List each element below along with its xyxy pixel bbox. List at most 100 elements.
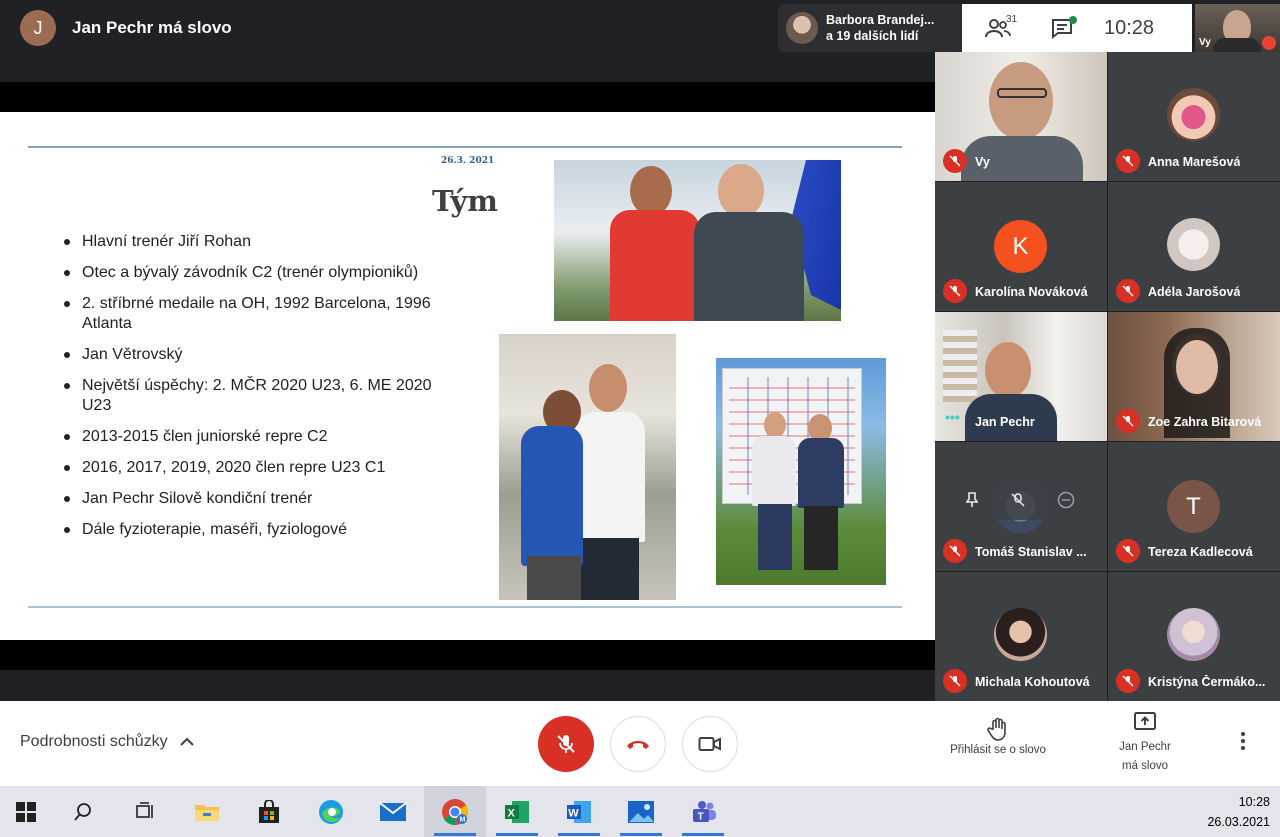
windows-logo-icon xyxy=(16,801,36,822)
participant-name: Jan Pechr xyxy=(975,415,1035,429)
hang-up-icon xyxy=(627,741,649,749)
chrome-icon: M xyxy=(442,798,469,825)
leave-call-button[interactable] xyxy=(610,716,666,772)
search-button[interactable] xyxy=(52,786,114,837)
chat-button[interactable] xyxy=(1034,4,1090,52)
photos-icon xyxy=(628,800,654,823)
bullet: Dále fyzioterapie, maséři, fyziologové xyxy=(64,520,454,540)
presenter-title: Jan Pechr má slovo xyxy=(72,18,232,37)
participant-tile[interactable]: Tomáš Stanislav ... xyxy=(935,442,1107,571)
camera-toggle-button[interactable] xyxy=(682,716,738,772)
remove-icon[interactable] xyxy=(1057,491,1075,509)
other-participants-chip[interactable]: Barbora Brandej... a 19 dalších lidí xyxy=(778,4,962,52)
participant-name: Anna Marešová xyxy=(1148,155,1241,169)
team-photo-2 xyxy=(499,334,676,600)
mic-off-icon xyxy=(557,735,575,753)
camera-icon xyxy=(698,737,721,751)
participant-name: Karolína Nováková xyxy=(975,285,1088,299)
mic-off-icon xyxy=(1116,539,1140,563)
system-clock[interactable]: 10:28 26.03.2021 xyxy=(1207,792,1270,832)
mail-icon xyxy=(379,801,407,821)
team-photo-3 xyxy=(716,358,886,585)
mic-off-icon xyxy=(1116,669,1140,693)
bullet: Jan Větrovský xyxy=(64,345,454,365)
mic-toggle-button[interactable] xyxy=(538,716,594,772)
participant-tile[interactable]: Kristýna Čermáko... xyxy=(1108,572,1280,701)
bullet: Hlavní trenér Jiří Rohan xyxy=(64,232,454,252)
meeting-details-button[interactable]: Podrobnosti schůzky xyxy=(20,733,194,751)
task-view-button[interactable] xyxy=(114,786,176,837)
bullet: Otec a bývalý závodník C2 (trenér olympi… xyxy=(64,263,454,283)
raise-hand-button[interactable]: Přihlásit se o slovo xyxy=(938,717,1058,756)
participant-tile[interactable]: Michala Kohoutová xyxy=(935,572,1107,701)
team-photo-1 xyxy=(554,160,841,321)
chat-unread-dot xyxy=(1069,16,1077,24)
chrome-button[interactable]: M xyxy=(424,786,486,837)
raise-hand-label: Přihlásit se o slovo xyxy=(950,744,1046,756)
mic-off-icon xyxy=(943,669,967,693)
self-preview[interactable]: Vy xyxy=(1195,4,1280,52)
participant-photo xyxy=(1167,218,1220,271)
excel-icon: X xyxy=(505,800,529,823)
mic-off-icon xyxy=(943,539,967,563)
participant-photo xyxy=(1167,88,1220,141)
system-time: 10:28 xyxy=(1238,795,1270,809)
svg-text:M: M xyxy=(460,816,466,823)
bullet: Jan Pechr Silově kondiční trenér xyxy=(64,489,454,509)
control-bar: Podrobnosti schůzky Přihlásit se o slovo… xyxy=(0,701,1280,786)
meeting-details-label: Podrobnosti schůzky xyxy=(20,733,168,750)
mute-icon[interactable] xyxy=(1010,492,1026,508)
slide-rule-top xyxy=(28,146,902,148)
participant-avatar: K xyxy=(994,220,1047,273)
bullet: 2016, 2017, 2019, 2020 člen repre U23 C1 xyxy=(64,458,454,478)
bullet: 2. stříbrné medaile na OH, 1992 Barcelon… xyxy=(64,294,454,334)
people-button[interactable]: 31 xyxy=(962,4,1034,52)
participant-name: Tereza Kadlecová xyxy=(1148,545,1253,559)
teams-icon: T xyxy=(693,800,716,822)
mic-off-icon xyxy=(1116,279,1140,303)
speaking-indicator-icon: ••• xyxy=(945,409,960,425)
meeting-clock: 10:28 xyxy=(1104,16,1155,39)
svg-text:T: T xyxy=(698,811,704,822)
svg-text:W: W xyxy=(568,807,579,819)
participant-grid: Vy Anna Marešová K Karolína Nováková Adé… xyxy=(935,52,1280,702)
raise-hand-icon xyxy=(987,717,1006,741)
participant-tile[interactable]: T Tereza Kadlecová xyxy=(1108,442,1280,571)
tile-hover-controls xyxy=(953,480,1087,520)
others-name: Barbora Brandej... xyxy=(826,13,935,27)
presentation-stage: 26.3. 2021 Tým Hlavní trenér Jiří Rohan … xyxy=(0,56,935,701)
participant-tile[interactable]: K Karolína Nováková xyxy=(935,182,1107,311)
participant-tile[interactable]: ••• Jan Pechr xyxy=(935,312,1107,441)
start-button[interactable] xyxy=(0,786,52,837)
presenting-line2: má slovo xyxy=(1121,760,1169,772)
photos-button[interactable] xyxy=(610,786,672,837)
participant-tile[interactable]: Anna Marešová xyxy=(1108,52,1280,181)
mic-off-icon xyxy=(1116,409,1140,433)
people-count: 31 xyxy=(1006,14,1018,25)
excel-button[interactable]: X xyxy=(486,786,548,837)
participant-name: Michala Kohoutová xyxy=(975,675,1090,689)
more-vert-icon xyxy=(1241,732,1245,750)
participant-photo xyxy=(994,608,1047,661)
store-bag-icon xyxy=(259,799,279,823)
participant-tile[interactable]: Adéla Jarošová xyxy=(1108,182,1280,311)
task-view-icon xyxy=(136,801,153,818)
participant-tile[interactable]: Vy xyxy=(935,52,1107,181)
more-options-button[interactable] xyxy=(1240,731,1246,756)
others-more: a 19 dalších lidí xyxy=(826,29,919,43)
file-explorer-button[interactable] xyxy=(176,786,238,837)
participant-name: Adéla Jarošová xyxy=(1148,285,1241,299)
svg-text:X: X xyxy=(508,807,516,819)
chevron-up-icon xyxy=(179,737,194,746)
word-button[interactable]: W xyxy=(548,786,610,837)
slide: 26.3. 2021 Tým Hlavní trenér Jiří Rohan … xyxy=(0,112,935,640)
mail-button[interactable] xyxy=(362,786,424,837)
participant-tile[interactable]: Zoe Zahra Bitarová xyxy=(1108,312,1280,441)
bullet: 2013-2015 člen juniorské repre C2 xyxy=(64,427,454,447)
present-screen-icon xyxy=(1134,712,1156,730)
store-button[interactable] xyxy=(238,786,300,837)
teams-button[interactable]: T xyxy=(672,786,734,837)
presenting-button[interactable]: Jan Pechr má slovo xyxy=(1100,711,1190,776)
edge-button[interactable] xyxy=(300,786,362,837)
pin-icon[interactable] xyxy=(965,492,979,508)
